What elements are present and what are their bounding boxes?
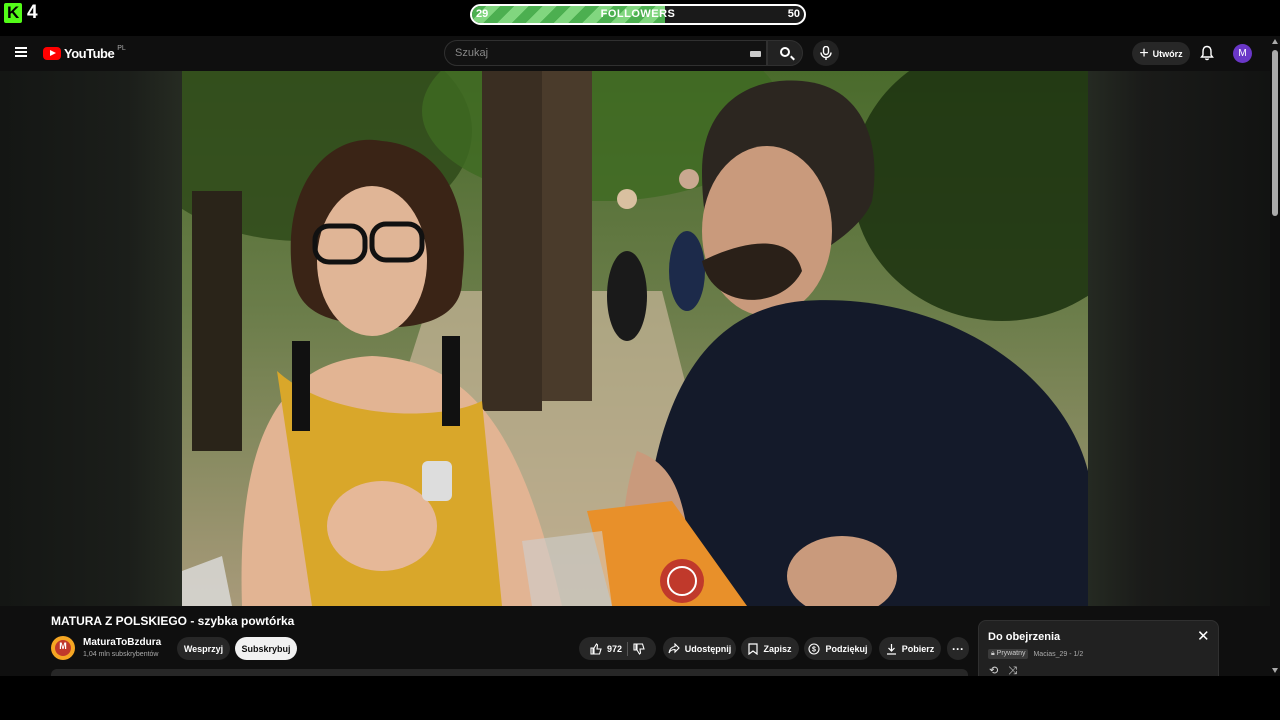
youtube-logo[interactable]: YouTube PL: [43, 45, 126, 61]
close-icon[interactable]: ✕: [1197, 629, 1210, 644]
share-label: Udostępnij: [684, 643, 732, 654]
video-player[interactable]: [182, 71, 1088, 606]
download-label: Pobierz: [901, 643, 935, 654]
youtube-header: YouTube PL + Utwórz M: [0, 36, 1280, 71]
thanks-button[interactable]: $ Podziękuj: [804, 637, 872, 660]
scroll-down-icon[interactable]: [1272, 668, 1278, 673]
country-code: PL: [117, 45, 126, 52]
share-icon: [668, 643, 680, 654]
playlist-controls: ⟲ ⤨: [989, 664, 1017, 676]
keyboard-icon[interactable]: [750, 51, 761, 57]
followers-label: FOLLOWERS: [600, 8, 676, 20]
channel-avatar-letter: M: [59, 641, 67, 651]
search-button[interactable]: [767, 40, 803, 66]
like-divider: [627, 641, 629, 656]
privacy-label: Prywatny: [996, 650, 1026, 657]
video-title: MATURA Z POLSKIEGO - szybka powtórka: [51, 614, 295, 628]
create-button[interactable]: + Utwórz: [1132, 42, 1190, 65]
ambient-glow-right: [1088, 71, 1270, 606]
bookmark-icon: [748, 642, 759, 655]
share-button[interactable]: Udostępnij: [663, 637, 736, 660]
svg-text:$: $: [813, 646, 817, 653]
channel-name[interactable]: MaturaToBzdura: [83, 637, 161, 648]
letterbox-bottom: [0, 676, 1280, 720]
followers-goal-bar: 29 FOLLOWERS 50: [470, 4, 806, 25]
plus-icon: +: [1139, 44, 1149, 62]
loop-icon[interactable]: ⟲: [989, 664, 998, 676]
search-input[interactable]: [455, 41, 735, 65]
viewer-count: 4: [27, 2, 38, 23]
notifications-bell-icon[interactable]: [1200, 45, 1214, 61]
join-label: Wesprzyj: [183, 643, 224, 654]
watch-page: MATURA Z POLSKIEGO - szybka powtórka M M…: [0, 71, 1270, 676]
super-thanks-icon: $: [808, 642, 821, 655]
followers-goal: 50: [787, 8, 800, 20]
youtube-logo-text: YouTube: [64, 46, 115, 61]
search-box: [444, 40, 767, 66]
subscribe-button[interactable]: Subskrybuj: [235, 637, 297, 660]
search-icon: [780, 47, 790, 57]
like-count[interactable]: 972: [607, 644, 622, 654]
video-frame: [182, 71, 1088, 606]
privacy-badge: 🔒︎ Prywatny: [988, 649, 1029, 659]
channel-avatar[interactable]: M: [51, 636, 75, 660]
save-button[interactable]: Zapisz: [741, 637, 799, 660]
ambient-glow-left: [0, 71, 182, 606]
create-label: Utwórz: [1152, 48, 1183, 59]
like-icon[interactable]: [590, 642, 602, 655]
kick-logo-icon: K: [4, 3, 22, 23]
subscribe-label: Subskrybuj: [241, 643, 291, 654]
subscriber-count: 1,04 mln subskrybentów: [83, 651, 159, 658]
download-button[interactable]: Pobierz: [879, 637, 941, 660]
playlist-title[interactable]: Do obejrzenia: [988, 631, 1060, 643]
scrollbar-thumb[interactable]: [1272, 50, 1278, 216]
page-scrollbar[interactable]: [1270, 36, 1280, 676]
playlist-meta: 🔒︎ Prywatny Macias_29 - 1/2: [988, 649, 1083, 659]
playlist-panel: Do obejrzenia ✕ 🔒︎ Prywatny Macias_29 - …: [978, 620, 1219, 676]
thanks-label: Podziękuj: [825, 643, 868, 654]
like-dislike-group: 972: [579, 637, 656, 660]
save-label: Zapisz: [763, 643, 792, 654]
user-avatar[interactable]: M: [1233, 44, 1252, 63]
description-box[interactable]: [51, 669, 968, 676]
more-actions-button[interactable]: ···: [947, 637, 969, 660]
microphone-icon: [820, 46, 832, 60]
scroll-up-icon[interactable]: [1272, 39, 1278, 44]
stream-overlay: K 4 29 FOLLOWERS 50: [0, 0, 1280, 36]
shuffle-icon[interactable]: ⤨: [1008, 664, 1017, 676]
download-icon: [886, 643, 896, 655]
voice-search-button[interactable]: [813, 40, 839, 66]
hamburger-menu-icon[interactable]: [15, 47, 27, 57]
youtube-play-icon: [43, 47, 61, 60]
dislike-icon[interactable]: [633, 642, 645, 655]
join-button[interactable]: Wesprzyj: [177, 637, 230, 660]
playlist-position: Macias_29 - 1/2: [1033, 650, 1084, 658]
